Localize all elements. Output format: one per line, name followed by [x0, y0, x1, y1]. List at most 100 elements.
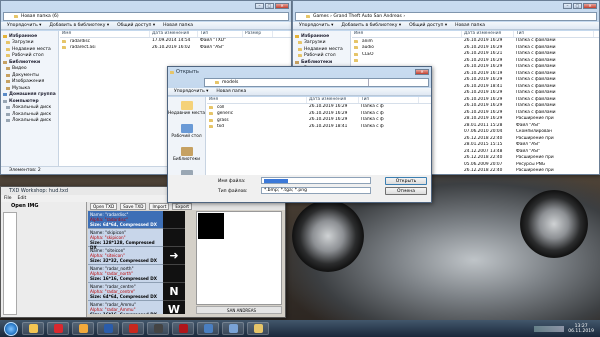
- column-header[interactable]: Имя: [352, 31, 462, 37]
- folder-icon: [306, 15, 310, 18]
- minimize-button[interactable]: –: [563, 3, 572, 9]
- column-header[interactable]: Дата изменения: [307, 97, 359, 103]
- texture-list[interactable]: Name: "radardisc" Alpha: "radardisc" Size:…: [88, 211, 163, 314]
- toolbar-button-2[interactable]: Общий доступ ▾: [117, 23, 155, 28]
- texture-size: Size: 64*64, Compressed DX: [90, 222, 157, 227]
- taskbar-notepad-button[interactable]: [197, 322, 219, 335]
- column-headers: Имя Дата изменения Тип Размер: [60, 31, 291, 38]
- toolbar-button-1[interactable]: Добавить в библиотеку ▾: [341, 23, 401, 28]
- place-item[interactable]: Библиотеки: [168, 143, 205, 166]
- toolbar-button-2[interactable]: Общий доступ ▾: [409, 23, 447, 28]
- txd-toolbar-button[interactable]: Open TXD: [90, 202, 118, 210]
- texture-thumb: N: [163, 283, 185, 301]
- column-header[interactable]: Тип: [198, 31, 243, 37]
- texture-item[interactable]: Name: "radardisc" Alpha: "radardisc" Size:…: [88, 211, 163, 229]
- nav-item[interactable]: Домашняя группа: [2, 92, 57, 99]
- toolbar-button-0[interactable]: Упорядочить ▾: [174, 89, 208, 94]
- clock-date: 06.11.2019: [568, 328, 594, 334]
- notepad-icon: [203, 324, 213, 333]
- txd-toolbar-button[interactable]: Save TXD: [120, 202, 147, 210]
- texture-item[interactable]: Name: "radar_centre" Alpha: "radar_centre…: [88, 283, 163, 301]
- filename-input[interactable]: [261, 177, 371, 184]
- place-item[interactable]: Рабочий стол: [168, 120, 205, 143]
- maximize-button[interactable]: ▢: [573, 3, 582, 9]
- txd-toolbar-button[interactable]: Export: [172, 202, 193, 210]
- minimize-button[interactable]: –: [255, 3, 264, 9]
- address-bar[interactable]: models: [204, 78, 429, 87]
- address-bar[interactable]: Новая папка (6): [3, 12, 289, 21]
- taskbar-filezilla-button[interactable]: [122, 322, 144, 335]
- close-button[interactable]: ✕: [415, 69, 429, 75]
- folder-icon: [6, 47, 10, 51]
- place-item[interactable]: Недавние места: [168, 97, 205, 120]
- photoshop-icon: [103, 324, 113, 333]
- file-name: txd: [207, 124, 307, 131]
- file-row[interactable]: radarect.asi 26.10.2019 16:02 Файл "ASI": [60, 45, 291, 52]
- cancel-button[interactable]: Отмена: [385, 187, 427, 195]
- taskbar-recorder-button[interactable]: [172, 322, 194, 335]
- folder-icon: [354, 39, 358, 43]
- menu-item[interactable]: Edit: [18, 196, 27, 201]
- clock[interactable]: 13:27 06.11.2019: [568, 324, 594, 334]
- lib-icon: [6, 73, 10, 77]
- texture-thumb: [163, 211, 185, 229]
- toolbar-button-3[interactable]: Новая папка: [455, 23, 485, 28]
- open-img-button[interactable]: Open IMG: [1, 202, 86, 210]
- taskbar-explorer2-button[interactable]: [247, 322, 269, 335]
- folder-icon: [209, 125, 213, 129]
- taskbar-opera-button[interactable]: [47, 322, 69, 335]
- nav-item-label: Недавние места: [304, 46, 343, 52]
- nav-item-label: Домашняя группа: [9, 92, 56, 98]
- title-bar: – ▢ ✕: [293, 1, 599, 11]
- navigation-pane: Избранное Загрузки Недавние места Рабочий с…: [1, 31, 59, 166]
- maximize-button[interactable]: ▢: [265, 3, 274, 9]
- folder-icon: [354, 52, 358, 56]
- toolbar-button-0[interactable]: Упорядочить ▾: [299, 23, 333, 28]
- taskbar-photoshop-button[interactable]: [97, 322, 119, 335]
- taskbar-media-button[interactable]: [147, 322, 169, 335]
- toolbar-button-1[interactable]: Добавить в библиотеку ▾: [49, 23, 109, 28]
- column-header[interactable]: Имя: [60, 31, 150, 37]
- texture-item[interactable]: Name: "skipicon" Alpha: "skipicon" Size: 1…: [88, 229, 163, 250]
- column-header[interactable]: Дата изменения: [150, 31, 198, 37]
- file-date: 26.10.2019 16:02: [152, 44, 191, 50]
- toolbar-button-0[interactable]: Упорядочить ▾: [7, 23, 41, 28]
- file-name-text: anim: [362, 38, 373, 44]
- taskbar-explorer-button[interactable]: [22, 322, 44, 335]
- nav-item[interactable]: Локальный диск: [2, 118, 57, 125]
- column-header[interactable]: Тип: [514, 31, 594, 37]
- column-header[interactable]: Имя: [207, 97, 307, 103]
- txd-toolbar-button[interactable]: Import: [149, 202, 170, 210]
- toolbar-button-3[interactable]: Новая папка: [163, 23, 193, 28]
- column-header[interactable]: Дата изменения: [462, 31, 514, 37]
- open-button[interactable]: Открыть: [385, 177, 427, 185]
- taskbar-yandex-button[interactable]: [72, 322, 94, 335]
- menu-item[interactable]: File: [4, 196, 12, 201]
- address-bar[interactable]: Games › Grand Theft Auto San Andreas ›: [295, 12, 597, 21]
- file-row[interactable]: txd 26.10.2019 18:41 Папка с ф: [207, 124, 431, 131]
- toolbar-button-1[interactable]: Новая папка: [216, 89, 246, 94]
- search-field[interactable]: [368, 79, 428, 86]
- recorder-icon: [178, 324, 188, 333]
- close-button[interactable]: ✕: [583, 3, 597, 9]
- taskbar-txd-button[interactable]: [222, 322, 244, 335]
- nav-item-label: Документы: [12, 72, 39, 78]
- nav-item-label: Загрузки: [12, 40, 34, 46]
- start-button[interactable]: [4, 321, 18, 336]
- folder-icon: [6, 54, 10, 58]
- texture-item[interactable]: Name: "radar_north" Alpha: "radar_north" S…: [88, 265, 163, 283]
- drive-icon: [6, 119, 10, 123]
- filetype-select[interactable]: *.bmp; *.tga; *.png: [261, 187, 371, 194]
- column-header[interactable]: Размер: [243, 31, 273, 37]
- texture-item[interactable]: Name: "siteicon" Alpha: "siteicon" Size: 3…: [88, 247, 163, 265]
- file-date: 26.10.2019 18:41: [309, 123, 348, 129]
- column-header[interactable]: Тип: [359, 97, 419, 103]
- nav-item-label: Загрузки: [304, 40, 326, 46]
- file-name-text: coll: [217, 104, 225, 110]
- close-button[interactable]: ✕: [275, 3, 289, 9]
- texture-item[interactable]: Name: "radar_Ammu"Alpha: "radar_Ammu"Siz…: [88, 301, 163, 314]
- file-name-text: radarect.asi: [70, 45, 96, 51]
- texture-image: [198, 213, 224, 239]
- folder-icon: [298, 41, 302, 45]
- lib-icon: [3, 60, 7, 64]
